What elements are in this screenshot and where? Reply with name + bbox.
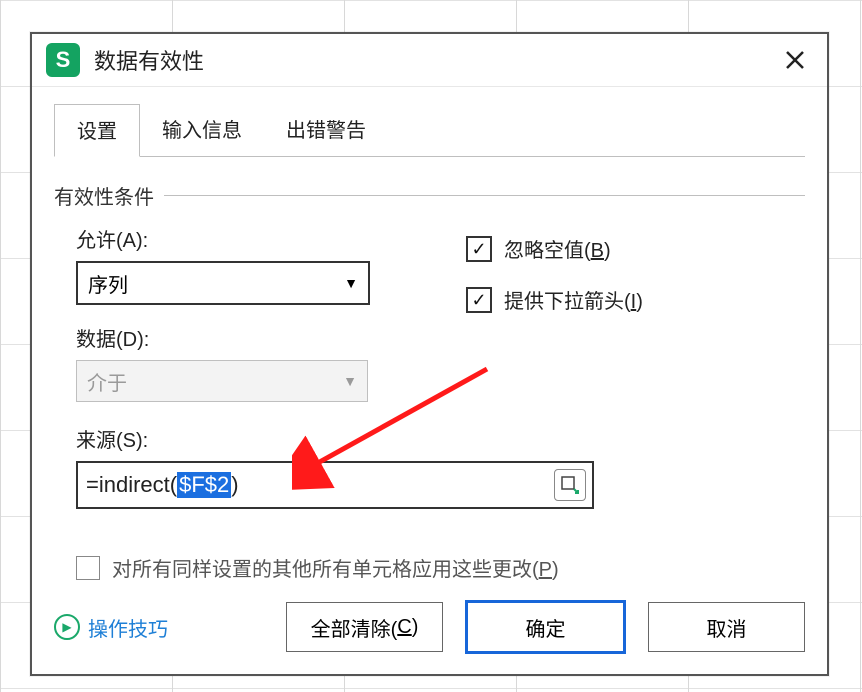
allow-label: 允许(A): xyxy=(76,224,416,253)
chevron-down-icon: ▼ xyxy=(344,275,358,291)
formula-prefix: =indirect( xyxy=(86,472,177,498)
dropdown-arrow-row[interactable]: 提供下拉箭头(I) xyxy=(466,285,643,314)
ignore-blank-row[interactable]: 忽略空值(B) xyxy=(466,234,611,263)
ok-button[interactable]: 确定 xyxy=(465,600,626,654)
tab-bar: 设置 输入信息 出错警告 xyxy=(54,103,805,157)
tab-settings[interactable]: 设置 xyxy=(54,104,140,157)
dialog-footer: ▶ 操作技巧 全部清除(C) 确定 取消 xyxy=(54,600,805,654)
tips-label: 操作技巧 xyxy=(88,613,168,642)
data-select-value: 介于 xyxy=(87,367,127,396)
allow-select-value: 序列 xyxy=(88,269,128,298)
source-label: 来源(S): xyxy=(76,424,805,453)
criteria-section-text: 有效性条件 xyxy=(54,181,154,210)
data-select: 介于 ▼ xyxy=(76,360,368,402)
app-icon: S xyxy=(46,43,80,77)
dropdown-arrow-label: 提供下拉箭头(I) xyxy=(504,285,643,314)
dialog-title: 数据有效性 xyxy=(94,44,777,76)
range-picker-icon[interactable] xyxy=(554,469,586,501)
cancel-button[interactable]: 取消 xyxy=(648,602,805,652)
source-input[interactable]: =indirect($F$2) xyxy=(76,461,594,509)
formula-suffix: ) xyxy=(231,472,238,498)
tab-input-message[interactable]: 输入信息 xyxy=(140,104,264,157)
formula-selection: $F$2 xyxy=(177,472,231,498)
dialog-body: 设置 输入信息 出错警告 有效性条件 允许(A): 序列 ▼ 忽略空值(B) xyxy=(32,87,827,582)
criteria-section-label: 有效性条件 xyxy=(54,181,805,210)
play-icon: ▶ xyxy=(54,614,80,640)
ignore-blank-checkbox[interactable] xyxy=(466,236,492,262)
close-icon[interactable] xyxy=(777,42,813,78)
dialog-titlebar: S 数据有效性 xyxy=(32,34,827,87)
data-validation-dialog: S 数据有效性 设置 输入信息 出错警告 有效性条件 允许(A): 序列 ▼ xyxy=(30,32,829,676)
tab-error-alert[interactable]: 出错警告 xyxy=(264,104,388,157)
apply-to-all-checkbox[interactable] xyxy=(76,556,100,580)
apply-to-all-row[interactable]: 对所有同样设置的其他所有单元格应用这些更改(P) xyxy=(54,553,805,582)
clear-all-button[interactable]: 全部清除(C) xyxy=(286,602,443,652)
allow-select[interactable]: 序列 ▼ xyxy=(76,261,370,305)
chevron-down-icon: ▼ xyxy=(343,373,357,389)
dropdown-arrow-checkbox[interactable] xyxy=(466,287,492,313)
tips-link[interactable]: ▶ 操作技巧 xyxy=(54,613,168,642)
ignore-blank-label: 忽略空值(B) xyxy=(504,234,611,263)
apply-to-all-label: 对所有同样设置的其他所有单元格应用这些更改(P) xyxy=(112,553,559,582)
divider xyxy=(164,195,805,196)
data-label: 数据(D): xyxy=(76,323,416,352)
source-formula-text: =indirect($F$2) xyxy=(86,472,239,498)
